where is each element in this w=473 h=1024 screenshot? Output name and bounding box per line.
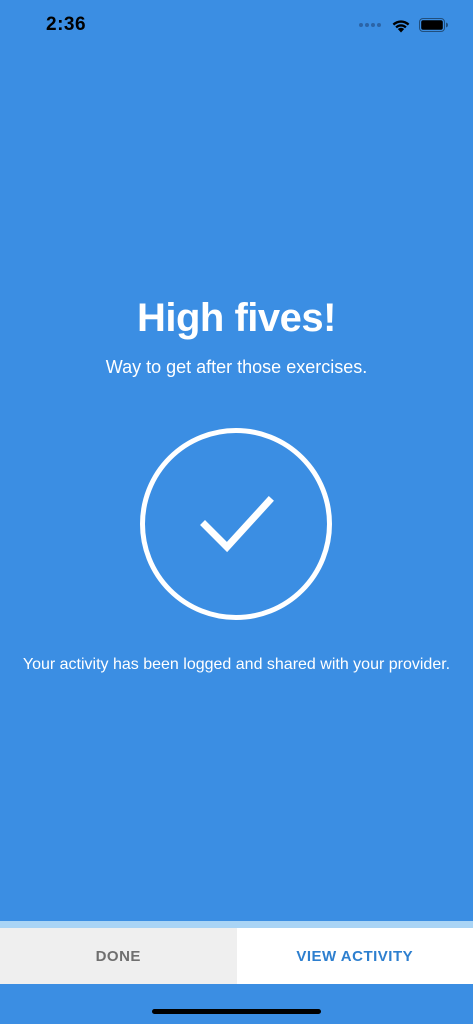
headline: High fives! <box>137 296 336 340</box>
wifi-icon <box>392 19 410 32</box>
battery-icon <box>419 18 448 32</box>
cellular-signal-icon <box>359 23 381 27</box>
done-button[interactable]: DONE <box>0 928 237 984</box>
divider-strip <box>0 921 473 928</box>
view-activity-button[interactable]: VIEW ACTIVITY <box>236 928 473 984</box>
status-time: 2:36 <box>46 14 87 35</box>
home-indicator[interactable] <box>152 1009 321 1014</box>
checkmark-circle-icon <box>140 428 332 620</box>
action-bar: DONE VIEW ACTIVITY <box>0 928 473 984</box>
subheadline: Way to get after those exercises. <box>105 357 368 377</box>
confirmation-message: Your activity has been logged and shared… <box>22 656 451 673</box>
status-icons <box>359 15 449 35</box>
status-bar: 2:36 <box>0 0 473 50</box>
